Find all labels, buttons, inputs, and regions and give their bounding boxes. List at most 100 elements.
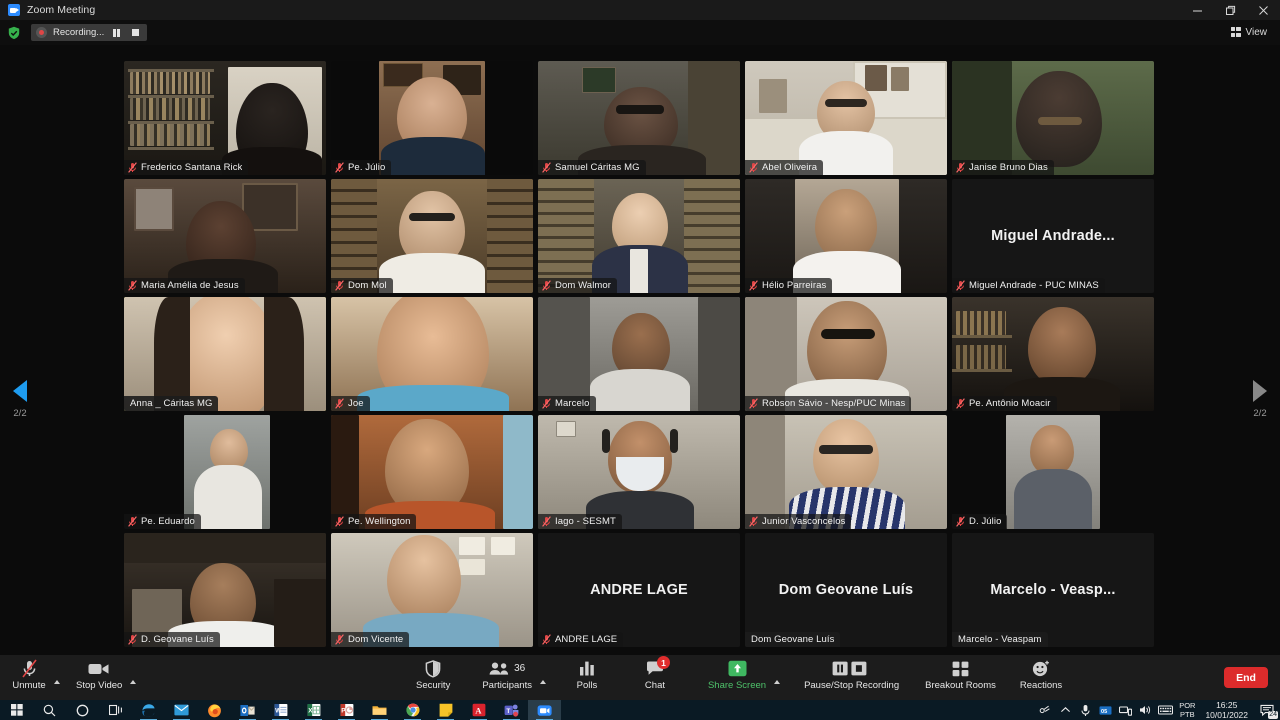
participant-tile[interactable]: Dom Geovane Luís Dom Geovane Luís	[745, 533, 947, 647]
recording-label: Pause/Stop Recording	[804, 680, 900, 691]
participant-tile[interactable]: Marcelo	[538, 297, 740, 411]
chevron-up-icon[interactable]	[1055, 700, 1075, 720]
participants-label: Participants	[482, 680, 532, 691]
participant-name: Iago - SESMT	[555, 516, 616, 527]
onedrive-icon[interactable]: 05	[1095, 700, 1115, 720]
participant-tile[interactable]: Joe	[331, 297, 533, 411]
video-feed	[745, 297, 947, 411]
folder-icon[interactable]	[363, 700, 396, 720]
participant-tile[interactable]: Dom Mol	[331, 179, 533, 293]
speaker-icon[interactable]	[1135, 700, 1155, 720]
participant-tile[interactable]: Dom Vicente	[331, 533, 533, 647]
stop-video-button[interactable]: Stop Video	[70, 655, 128, 691]
edge-icon[interactable]	[132, 700, 165, 720]
stop-recording-icon[interactable]	[129, 26, 142, 39]
video-options-caret[interactable]	[128, 676, 140, 700]
pause-recording-icon[interactable]	[110, 26, 123, 39]
mail-icon[interactable]	[165, 700, 198, 720]
action-center-icon[interactable]: 24	[1254, 700, 1280, 720]
participant-tile[interactable]: Maria Amélia de Jesus	[124, 179, 326, 293]
start-button[interactable]	[0, 700, 33, 720]
video-feed	[124, 61, 326, 175]
participant-tile[interactable]: Abel Oliveira	[745, 61, 947, 175]
svg-text:T: T	[506, 708, 510, 715]
participant-name: Anna _ Cáritas MG	[130, 398, 213, 409]
next-page-button[interactable]: 2/2	[1240, 380, 1280, 419]
participants-count: 36	[514, 663, 526, 674]
unmute-button[interactable]: Unmute	[6, 655, 52, 691]
participant-tile[interactable]: Robson Sávio - Nesp/PUC Minas	[745, 297, 947, 411]
participant-tile[interactable]: Hélio Parreiras	[745, 179, 947, 293]
excel-icon[interactable]: X	[297, 700, 330, 720]
participant-tile[interactable]: Pe. Eduardo	[124, 415, 326, 529]
chat-button[interactable]: 1 Chat	[632, 655, 678, 691]
participant-tile[interactable]: Pe. Júlio	[331, 61, 533, 175]
search-button[interactable]	[33, 700, 66, 720]
security-button[interactable]: Security	[410, 655, 456, 691]
participant-tile[interactable]: Janise Bruno Dias	[952, 61, 1154, 175]
language-indicator[interactable]: POR PTB	[1175, 701, 1199, 719]
restore-icon[interactable]	[1214, 0, 1247, 20]
participant-namebar: Janise Bruno Dias	[952, 160, 1054, 175]
participant-tile[interactable]: Pe. Antônio Moacir	[952, 297, 1154, 411]
pause-stop-recording-button[interactable]: Pause/Stop Recording	[798, 655, 905, 691]
participant-tile[interactable]: Frederico Santana Rick	[124, 61, 326, 175]
svg-text:05: 05	[1101, 709, 1107, 715]
participant-tile[interactable]: D. Geovane Luís	[124, 533, 326, 647]
participant-name: Maria Amélia de Jesus	[141, 280, 239, 291]
previous-page-button[interactable]: 2/2	[0, 380, 40, 419]
cortana-button[interactable]	[66, 700, 99, 720]
polls-button[interactable]: Polls	[564, 655, 610, 691]
participant-tile[interactable]: Junior Vasconcelos	[745, 415, 947, 529]
participants-options-caret[interactable]	[538, 676, 550, 700]
microphone-muted-icon	[542, 398, 551, 409]
firefox-icon[interactable]	[198, 700, 231, 720]
reactions-button[interactable]: Reactions	[1014, 655, 1068, 691]
meeting-toolbar: Unmute Stop Video Security 36 Participan…	[0, 655, 1280, 700]
video-feed	[538, 61, 740, 175]
shield-check-icon[interactable]	[7, 26, 21, 40]
teams-icon[interactable]: T	[495, 700, 528, 720]
keyboard-icon[interactable]	[1155, 700, 1175, 720]
participant-tile[interactable]: Dom Walmor	[538, 179, 740, 293]
word-icon[interactable]: W	[264, 700, 297, 720]
participant-tile[interactable]: ANDRE LAGE ANDRE LAGE	[538, 533, 740, 647]
participant-tile[interactable]: D. Júlio	[952, 415, 1154, 529]
zoom-icon[interactable]	[528, 700, 561, 720]
clock[interactable]: 16:25 10/01/2022	[1199, 700, 1254, 720]
video-feed	[538, 179, 740, 293]
microphone-tray-icon[interactable]	[1075, 700, 1095, 720]
task-view-button[interactable]	[99, 700, 132, 720]
participant-name: Dom Mol	[348, 280, 387, 291]
video-feed	[745, 179, 947, 293]
participant-name: Janise Bruno Dias	[969, 162, 1048, 173]
chat-label: Chat	[644, 680, 665, 691]
share-options-caret[interactable]	[772, 676, 784, 700]
powerpoint-icon[interactable]: P	[330, 700, 363, 720]
participant-tile-active-speaker[interactable]: Anna _ Cáritas MG	[124, 297, 326, 411]
outlook-icon[interactable]	[231, 700, 264, 720]
participant-namebar: Dom Mol	[331, 278, 393, 293]
breakout-rooms-button[interactable]: Breakout Rooms	[919, 655, 1002, 691]
share-screen-button[interactable]: Share Screen	[702, 655, 772, 691]
participant-tile[interactable]: Marcelo - Veasp... Marcelo - Veaspam	[952, 533, 1154, 647]
participant-tile[interactable]: Samuel Cáritas MG	[538, 61, 740, 175]
video-stage: 2/2 2/2 Frederico Santana Rick Pe. Júlio…	[0, 45, 1280, 655]
network-icon[interactable]	[1115, 700, 1135, 720]
view-button[interactable]: View	[1226, 23, 1273, 41]
microphone-muted-icon	[956, 280, 965, 291]
chrome-icon[interactable]	[396, 700, 429, 720]
participant-tile[interactable]: Iago - SESMT	[538, 415, 740, 529]
end-meeting-button[interactable]: End	[1224, 667, 1268, 688]
close-icon[interactable]	[1247, 0, 1280, 20]
participants-button[interactable]: 36 Participants	[476, 655, 538, 691]
shield-icon	[425, 659, 441, 678]
minimize-icon[interactable]	[1181, 0, 1214, 20]
participant-tile[interactable]: Pe. Wellington	[331, 415, 533, 529]
pdf-icon[interactable]: A	[462, 700, 495, 720]
chevron-right-icon	[1253, 380, 1267, 402]
participant-tile[interactable]: Miguel Andrade... Miguel Andrade - PUC M…	[952, 179, 1154, 293]
pen-icon[interactable]	[1035, 700, 1055, 720]
audio-options-caret[interactable]	[52, 676, 64, 700]
note-icon[interactable]	[429, 700, 462, 720]
